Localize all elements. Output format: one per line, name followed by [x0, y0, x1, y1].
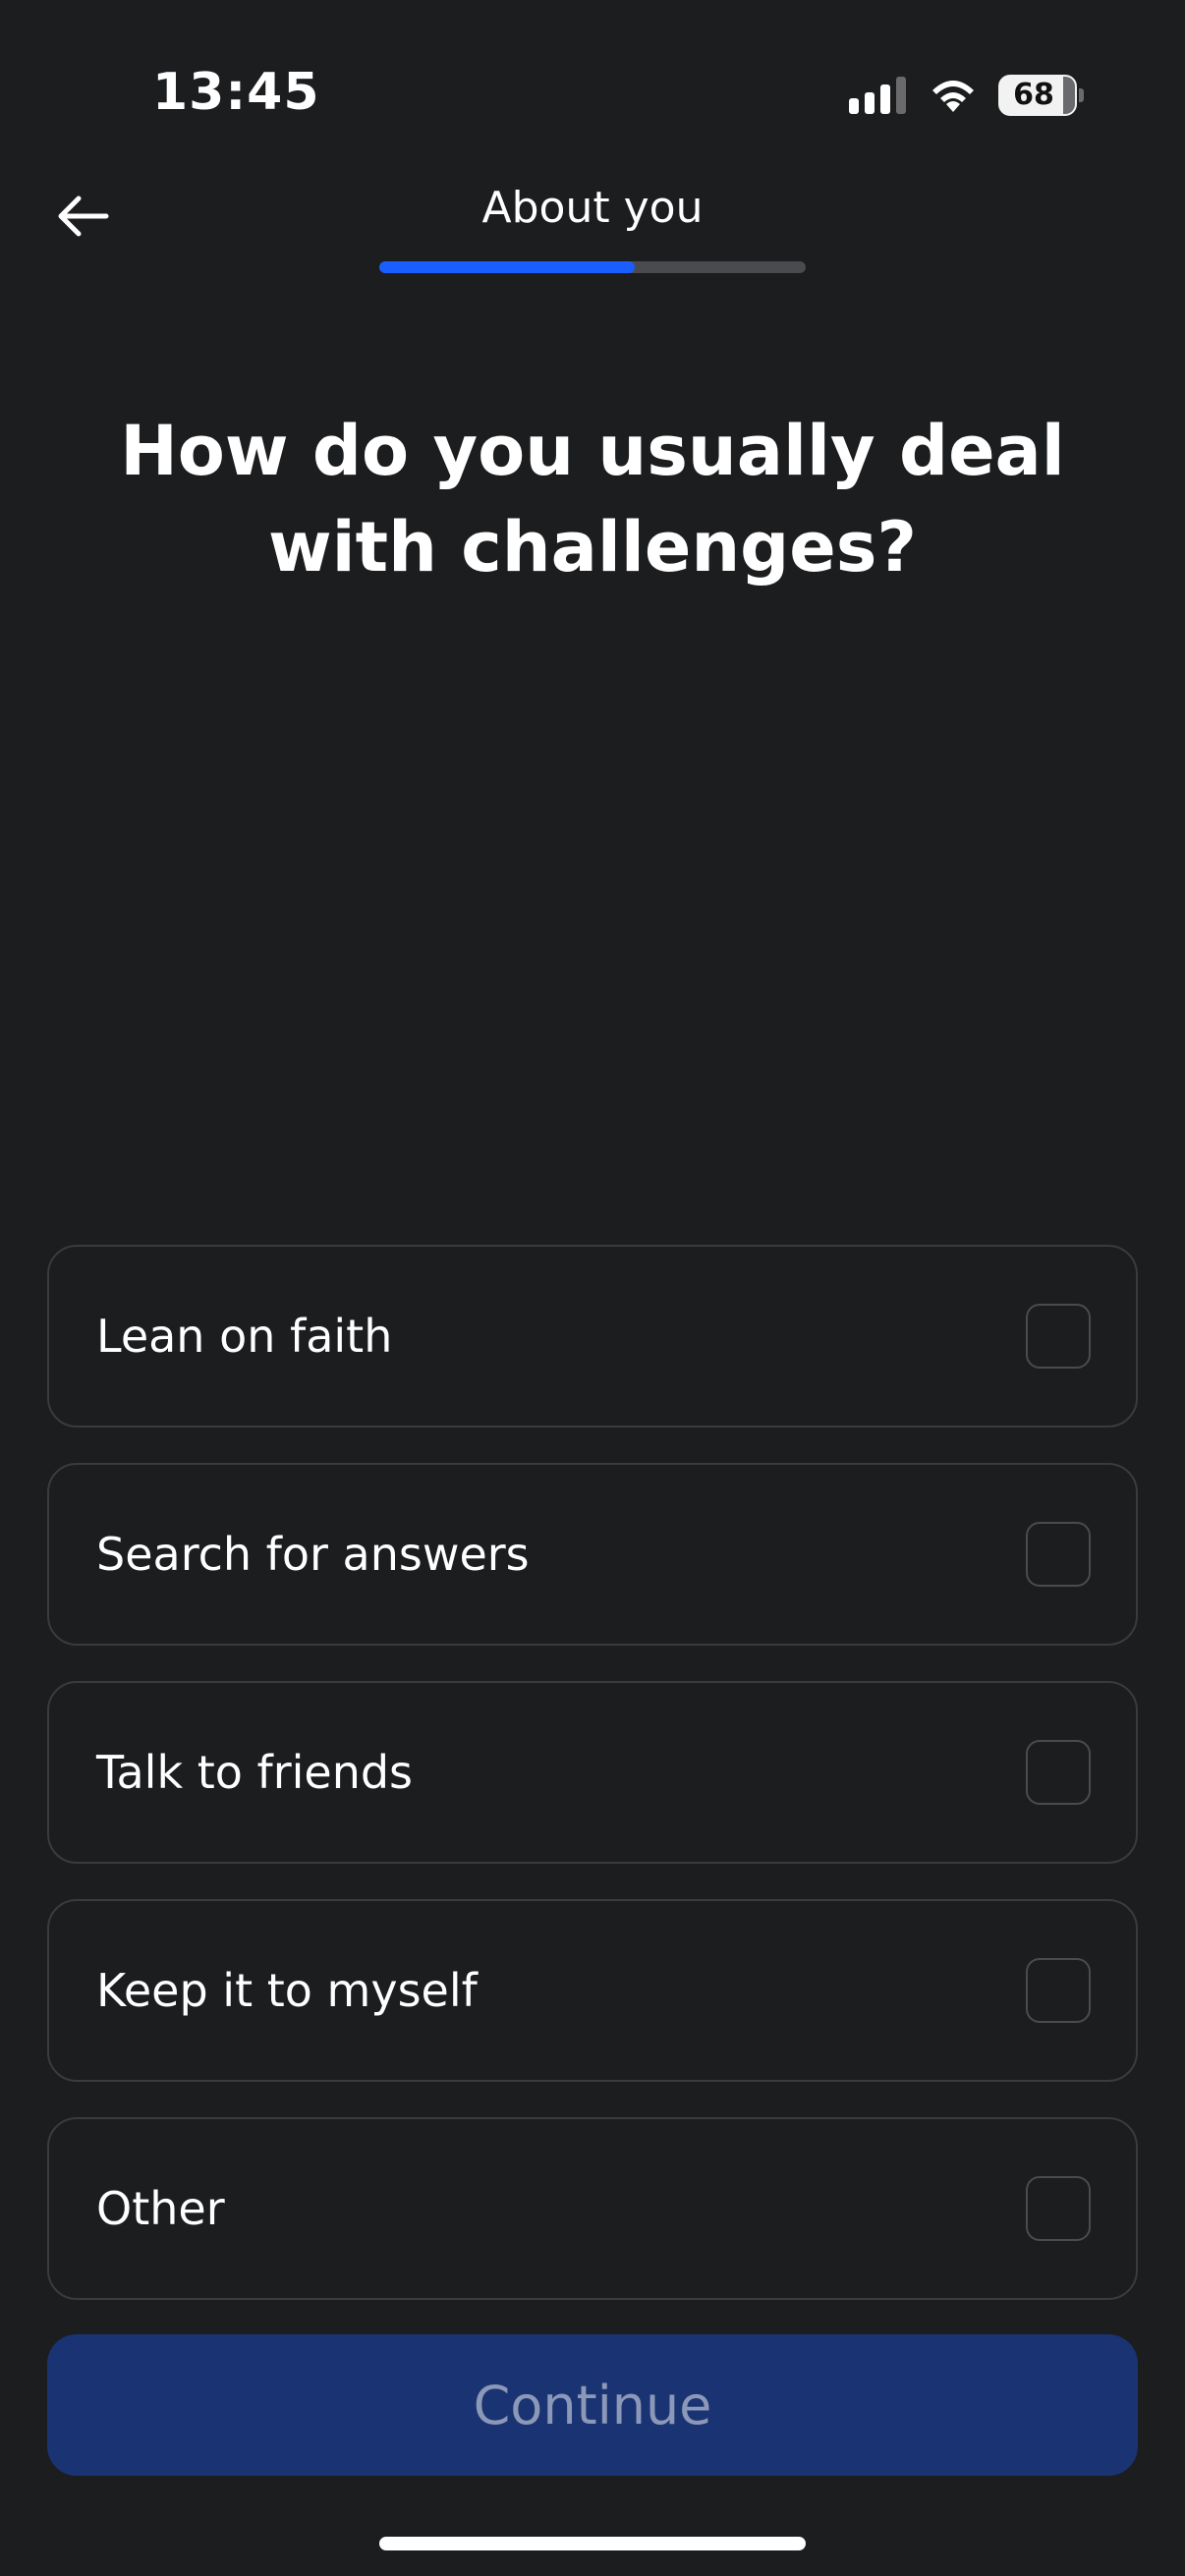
- option-other[interactable]: Other: [47, 2117, 1138, 2300]
- checkbox[interactable]: [1026, 1522, 1091, 1587]
- battery-tip: [1079, 88, 1084, 102]
- option-label: Lean on faith: [96, 1310, 393, 1363]
- option-talk-to-friends[interactable]: Talk to friends: [47, 1681, 1138, 1864]
- question-heading: How do you usually deal with challenges?: [120, 411, 1065, 588]
- option-keep-it-to-myself[interactable]: Keep it to myself: [47, 1899, 1138, 2082]
- option-lean-on-faith[interactable]: Lean on faith: [47, 1245, 1138, 1428]
- battery-level: 68: [1013, 78, 1054, 112]
- checkbox[interactable]: [1026, 2176, 1091, 2241]
- options-list: Lean on faith Search for answers Talk to…: [47, 1245, 1138, 2335]
- checkbox[interactable]: [1026, 1740, 1091, 1805]
- option-label: Other: [96, 2182, 225, 2235]
- signal-icon: [849, 77, 906, 114]
- progress-fill: [379, 261, 636, 273]
- checkbox[interactable]: [1026, 1958, 1091, 2023]
- progress-bar: [379, 261, 806, 273]
- wifi-icon: [932, 81, 974, 112]
- back-button[interactable]: [47, 181, 118, 252]
- status-time: 13:45: [152, 63, 320, 122]
- checkbox[interactable]: [1026, 1304, 1091, 1369]
- arrow-left-icon: [58, 196, 109, 237]
- battery-icon: 68: [998, 75, 1077, 116]
- home-indicator: [379, 2537, 806, 2550]
- option-label: Search for answers: [96, 1528, 530, 1581]
- status-bar: 13:45 68: [0, 0, 1185, 187]
- option-label: Keep it to myself: [96, 1964, 478, 2017]
- continue-button[interactable]: Continue: [47, 2334, 1138, 2476]
- option-search-for-answers[interactable]: Search for answers: [47, 1463, 1138, 1646]
- option-label: Talk to friends: [96, 1746, 414, 1799]
- page-title: About you: [481, 183, 704, 233]
